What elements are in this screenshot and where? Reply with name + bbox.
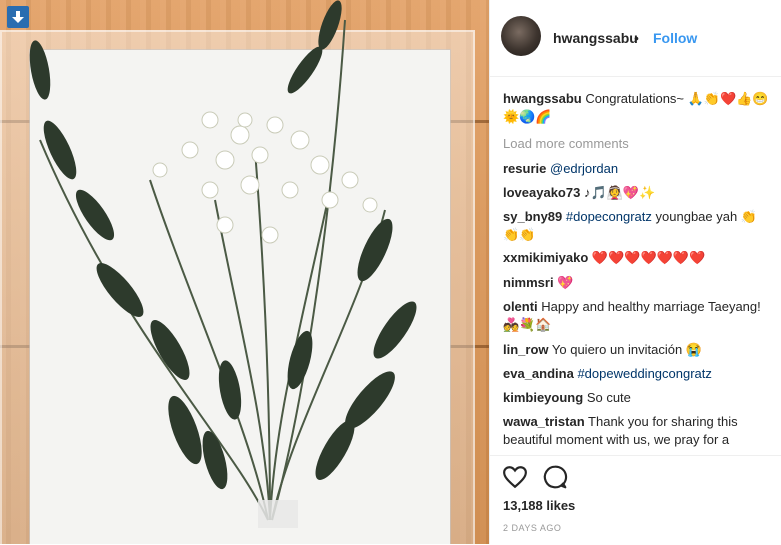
post-side-panel: hwangssabu • Follow hwangssabu Congratul… <box>489 0 781 544</box>
comment-hashtag[interactable]: #dopecongratz <box>566 209 652 224</box>
comment-row: sy_bny89 #dopecongratz youngbae yah 👏👏👏 <box>503 208 773 244</box>
comment-mention[interactable]: @edrjordan <box>550 161 618 176</box>
flower-bouquet <box>29 0 417 528</box>
comment-text: So cute <box>586 390 631 405</box>
load-more-comments[interactable]: Load more comments <box>503 135 773 153</box>
post-photo[interactable] <box>0 0 489 544</box>
avatar[interactable] <box>501 16 541 56</box>
comments-list: hwangssabu Congratulations~ 🙏👏❤️👍😁🌞🌏🌈 Lo… <box>503 90 773 450</box>
comment-row: resurie @edrjordan <box>503 160 773 178</box>
comment-username[interactable]: hwangssabu <box>503 91 582 106</box>
comment-row: wawa_tristan Thank you for sharing this … <box>503 413 773 449</box>
comment-username[interactable]: lin_row <box>503 342 549 357</box>
likes-count[interactable]: 13,188 likes <box>503 498 575 513</box>
comment-text: 💖 <box>557 275 574 290</box>
comment-text: Yo quiero un invitación 😭 <box>551 342 703 357</box>
comment-username[interactable]: resurie <box>503 161 546 176</box>
follow-button[interactable]: Follow <box>653 30 697 46</box>
comment-icon[interactable] <box>542 464 568 490</box>
comment-username[interactable]: wawa_tristan <box>503 414 585 429</box>
download-button[interactable] <box>7 6 29 28</box>
comment-text: ❤️❤️❤️❤️❤️❤️❤️ <box>591 250 706 265</box>
heart-icon[interactable] <box>502 464 528 490</box>
comment-row: xxmikimiyako ❤️❤️❤️❤️❤️❤️❤️ <box>503 249 773 267</box>
post-header: hwangssabu • Follow <box>490 0 781 77</box>
post-actions: 13,188 likes 2 DAYS AGO <box>490 455 781 545</box>
header-username[interactable]: hwangssabu <box>553 30 638 46</box>
comment-text: Happy and healthy marriage Taeyang! 💑💐🏠 <box>503 299 761 332</box>
comment-username[interactable]: olenti <box>503 299 538 314</box>
comment-row: olenti Happy and healthy marriage Taeyan… <box>503 298 773 334</box>
post-timestamp[interactable]: 2 DAYS AGO <box>503 523 561 533</box>
comment-row: lin_row Yo quiero un invitación 😭 <box>503 341 773 359</box>
comment-username[interactable]: kimbieyoung <box>503 390 583 405</box>
comment-hashtag[interactable]: #dopeweddingcongratz <box>577 366 711 381</box>
comment-row: loveayako73 ♪🎵👰💖✨ <box>503 184 773 202</box>
comment-username[interactable]: nimmsri <box>503 275 554 290</box>
comment-username[interactable]: xxmikimiyako <box>503 250 588 265</box>
caption-comment: hwangssabu Congratulations~ 🙏👏❤️👍😁🌞🌏🌈 <box>503 90 773 126</box>
download-arrow-icon <box>12 11 24 23</box>
comment-row: nimmsri 💖 <box>503 274 773 292</box>
load-more-label[interactable]: Load more comments <box>503 136 629 151</box>
comment-username[interactable]: eva_andina <box>503 366 574 381</box>
comment-row: kimbieyoung So cute <box>503 389 773 407</box>
comment-row: eva_andina #dopeweddingcongratz <box>503 365 773 383</box>
comment-username[interactable]: loveayako73 <box>503 185 580 200</box>
comment-username[interactable]: sy_bny89 <box>503 209 562 224</box>
comment-text: ♪🎵👰💖✨ <box>583 185 656 200</box>
header-separator: • <box>634 30 639 46</box>
